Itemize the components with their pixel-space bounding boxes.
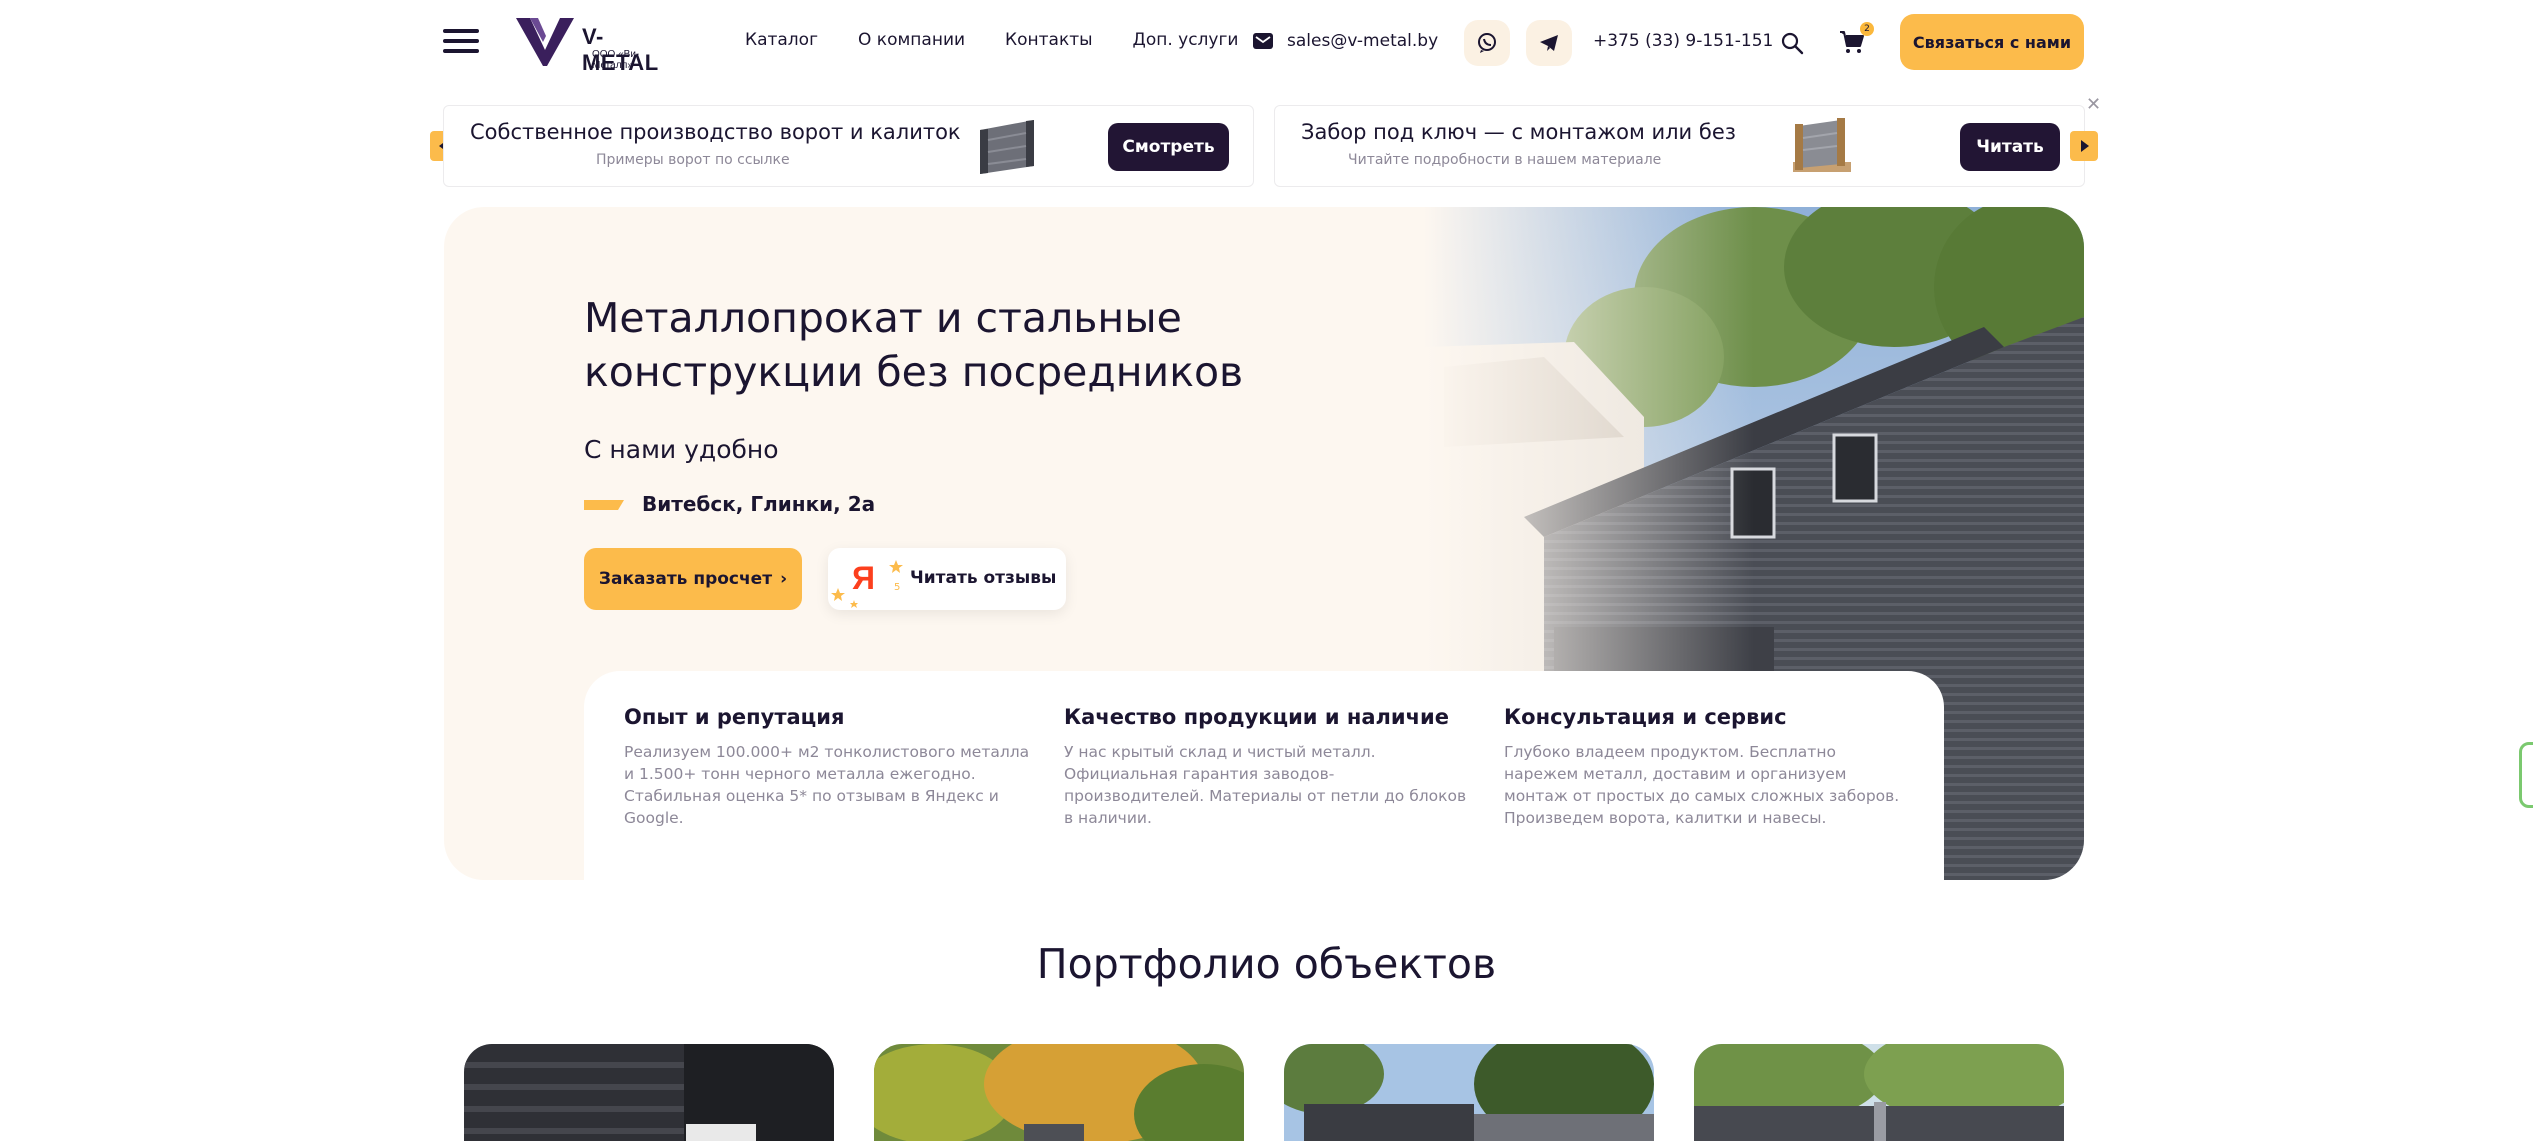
promo-view-button[interactable]: Смотреть [1108, 123, 1229, 171]
viber-button[interactable] [1464, 20, 1510, 66]
promo-read-button[interactable]: Читать [1960, 123, 2060, 171]
portfolio-card[interactable] [1284, 1044, 1654, 1141]
telegram-icon [1540, 35, 1558, 51]
hero-subtitle: С нами удобно [584, 435, 779, 464]
feature-text: Реализуем 100.000+ м2 тонколистового мет… [624, 743, 1030, 827]
contact-us-button[interactable]: Связаться с нами [1900, 14, 2084, 70]
feature-title: Качество продукции и наличие [1064, 705, 1449, 729]
portfolio-image-garden [874, 1044, 1244, 1141]
portfolio-image-fence-dark [464, 1044, 834, 1141]
promo-card-gates[interactable]: Собственное производство ворот и калиток… [443, 105, 1254, 187]
hero-title: Металлопрокат и стальные конструкции без… [584, 294, 1244, 396]
hero-section: Металлопрокат и стальные конструкции без… [444, 207, 2084, 880]
close-icon[interactable]: ✕ [2086, 94, 2101, 115]
portfolio-card[interactable] [464, 1044, 834, 1141]
promo-title: Собственное производство ворот и калиток [470, 120, 961, 144]
order-calculation-label: Заказать просчет [598, 569, 773, 589]
promo-subtitle: Читайте подробности в нашем материале [1348, 152, 1662, 168]
promo-next-button[interactable] [2070, 131, 2098, 161]
features-panel: Опыт и репутация Реализуем 100.000+ м2 т… [584, 671, 1944, 880]
viber-icon [1478, 33, 1496, 53]
feature-text: Глубоко владеем продуктом. Бесплатно нар… [1504, 743, 1900, 827]
portfolio-image-fence-grey [1694, 1044, 2064, 1141]
email-link[interactable]: sales@v-metal.by [1253, 31, 1438, 51]
nav-about[interactable]: О компании [858, 30, 965, 50]
read-reviews-button[interactable]: Я 5 Читать отзывы [828, 548, 1066, 610]
logo-v-icon [516, 18, 574, 66]
fence-image [1793, 118, 1851, 172]
portfolio-card[interactable] [874, 1044, 1244, 1141]
feature-title: Консультация и сервис [1504, 705, 1787, 729]
nav-services[interactable]: Доп. услуги [1133, 30, 1239, 50]
side-chat-widget[interactable] [2519, 742, 2533, 808]
nav-contacts[interactable]: Контакты [1005, 30, 1093, 50]
yandex-logo: Я [852, 560, 875, 596]
feature-text: У нас крытый склад и чистый металл. Офиц… [1064, 743, 1467, 827]
cart-count-badge: 2 [1860, 22, 1874, 36]
rating-value: 5 [894, 582, 901, 593]
main-nav: Каталог О компании Контакты Доп. услуги [745, 30, 1238, 50]
portfolio-image-gate [1284, 1044, 1654, 1141]
portfolio-title: Портфолио объектов [1036, 940, 1497, 988]
chevron-right-icon: › [780, 569, 788, 589]
order-calculation-button[interactable]: Заказать просчет › [584, 548, 802, 610]
feature-quality: Качество продукции и наличие У нас крыты… [1064, 705, 1474, 829]
arrow-right-icon [2081, 140, 2089, 152]
feature-service: Консультация и сервис Глубоко владеем пр… [1504, 705, 1914, 829]
phone-link[interactable]: +375 (33) 9-151-151 [1593, 31, 1773, 51]
portfolio-card[interactable] [1694, 1044, 2064, 1141]
feature-experience: Опыт и репутация Реализуем 100.000+ м2 т… [624, 705, 1034, 829]
logo[interactable]: V-METAL ООО «Ви-Металл» [516, 18, 676, 75]
nav-catalog[interactable]: Каталог [745, 30, 818, 50]
promo-title: Забор под ключ — с монтажом или без [1301, 120, 1736, 144]
logo-subtitle: ООО «Ви-Металл» [592, 49, 640, 71]
read-reviews-label: Читать отзывы [910, 568, 1057, 588]
email-text: sales@v-metal.by [1287, 31, 1439, 51]
promo-card-fence[interactable]: Забор под ключ — с монтажом или без Чита… [1274, 105, 2085, 187]
promo-subtitle: Примеры ворот по ссылке [596, 152, 790, 168]
site-header: V-METAL ООО «Ви-Металл» Каталог О компан… [0, 0, 2533, 84]
telegram-button[interactable] [1526, 20, 1572, 66]
feature-title: Опыт и репутация [624, 705, 845, 729]
mail-icon [1253, 33, 1273, 49]
menu-icon[interactable] [443, 26, 479, 56]
address-text: Витебск, Глинки, 2а [642, 492, 876, 516]
gate-image [980, 120, 1034, 174]
search-icon[interactable] [1780, 31, 1804, 55]
address-marker-icon [584, 500, 624, 510]
